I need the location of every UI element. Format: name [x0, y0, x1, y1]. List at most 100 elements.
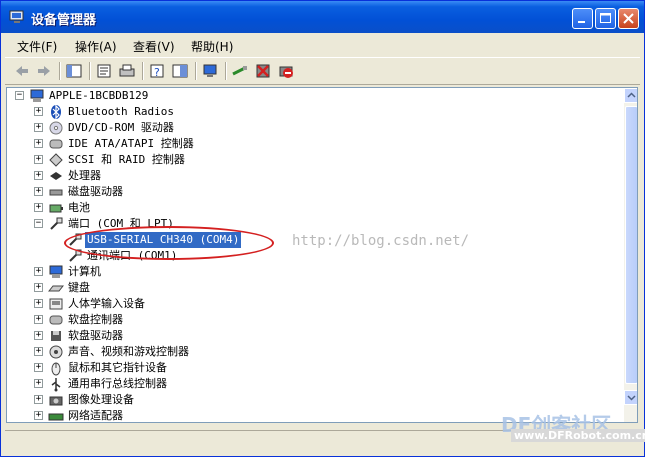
tree-item-disk[interactable]: + 磁盘驱动器	[7, 184, 617, 200]
expand-toggle[interactable]: +	[34, 123, 43, 132]
device-manager-window: 设备管理器 文件(F) 操作(A) 查看(V) 帮助(H) ? − APPLE-…	[0, 0, 645, 457]
maximize-button[interactable]	[595, 8, 616, 29]
expand-toggle[interactable]: +	[34, 155, 43, 164]
hid-icon	[49, 298, 63, 310]
minimize-button[interactable]	[572, 8, 593, 29]
tree-item-label: Bluetooth Radios	[68, 105, 174, 118]
tree-root[interactable]: − APPLE-1BCBDB129	[7, 88, 617, 104]
expand-toggle[interactable]: +	[34, 283, 43, 292]
vertical-scrollbar[interactable]	[624, 88, 637, 422]
sound-icon	[49, 345, 63, 359]
console-tree-icon[interactable]	[65, 62, 83, 80]
tree-item-label: 图像处理设备	[68, 393, 134, 406]
collapse-toggle[interactable]: −	[34, 219, 43, 228]
expand-toggle[interactable]: +	[34, 187, 43, 196]
tree-item-bluetooth[interactable]: + Bluetooth Radios	[7, 104, 617, 120]
disable-device-icon[interactable]	[277, 62, 295, 80]
tree-item-keyboard[interactable]: + 键盘	[7, 280, 617, 296]
expand-toggle[interactable]: +	[34, 363, 43, 372]
watermark-text: http://blog.csdn.net/	[292, 233, 470, 249]
scroll-thumb[interactable]	[625, 106, 637, 384]
tree-item-mouse[interactable]: + 鼠标和其它指针设备	[7, 360, 617, 376]
toolbar-separator	[89, 62, 91, 80]
window-title: 设备管理器	[31, 13, 97, 28]
tree-item-dvd[interactable]: + DVD/CD-ROM 驱动器	[7, 120, 617, 136]
device-manager-icon	[9, 10, 24, 23]
svg-text:?: ?	[154, 66, 160, 79]
floppy-icon	[51, 331, 61, 341]
tree-item-ide[interactable]: + IDE ATA/ATAPI 控制器	[7, 136, 617, 152]
tree-item-label: 计算机	[68, 265, 101, 278]
toolbar: ?	[5, 57, 640, 85]
scan-hardware-icon[interactable]	[231, 62, 249, 80]
expand-toggle[interactable]: +	[34, 107, 43, 116]
maximize-icon	[600, 13, 611, 23]
tree-item-sound[interactable]: + 声音、视频和游戏控制器	[7, 344, 617, 360]
ide-controller-icon	[49, 139, 63, 149]
tree-item-label: 通用串行总线控制器	[68, 377, 167, 390]
expand-toggle[interactable]: +	[34, 315, 43, 324]
toolbar-separator	[142, 62, 144, 80]
menu-action[interactable]: 操作(A)	[75, 38, 117, 55]
cpu-icon	[50, 172, 62, 180]
print-icon[interactable]	[118, 62, 136, 80]
highlight-ellipse	[64, 226, 274, 260]
cdrom-icon	[49, 121, 63, 135]
help-icon[interactable]: ?	[148, 62, 166, 80]
tree-item-label: 键盘	[68, 281, 90, 294]
tree-item-label: SCSI 和 RAID 控制器	[68, 153, 185, 166]
expand-toggle[interactable]: +	[34, 379, 43, 388]
expand-toggle[interactable]: +	[34, 139, 43, 148]
tree-item-label: 软盘驱动器	[68, 329, 123, 342]
chevron-down-icon	[627, 395, 636, 401]
expand-toggle[interactable]: +	[34, 299, 43, 308]
expand-toggle[interactable]: +	[34, 347, 43, 356]
tree-item-label: 处理器	[68, 169, 101, 182]
expand-toggle[interactable]: +	[34, 411, 43, 420]
scroll-up-button[interactable]	[624, 88, 637, 103]
show-hide-icon[interactable]	[171, 62, 189, 80]
tree-item-scsi[interactable]: + SCSI 和 RAID 控制器	[7, 152, 617, 168]
expand-toggle[interactable]: +	[34, 267, 43, 276]
tree-item-battery[interactable]: + 电池	[7, 200, 617, 216]
back-arrow-icon[interactable]	[13, 62, 31, 80]
tree-item-label: 软盘控制器	[68, 313, 123, 326]
menu-help[interactable]: 帮助(H)	[191, 38, 233, 55]
expand-toggle[interactable]: +	[34, 331, 43, 340]
tree-item-hid[interactable]: + 人体学输入设备	[7, 296, 617, 312]
computer-icon[interactable]	[201, 62, 219, 80]
menu-file[interactable]: 文件(F)	[17, 38, 57, 55]
scsi-icon	[49, 153, 63, 167]
close-icon	[623, 13, 634, 24]
expand-toggle[interactable]: +	[34, 395, 43, 404]
scroll-down-button[interactable]	[624, 390, 637, 405]
expand-toggle[interactable]: +	[34, 203, 43, 212]
tree-item-cpu[interactable]: + 处理器	[7, 168, 617, 184]
menu-view[interactable]: 查看(V)	[133, 38, 175, 55]
tree-item-label: 网络适配器	[68, 409, 123, 422]
tree-item-label: 磁盘驱动器	[68, 185, 123, 198]
tree-item-imaging[interactable]: + 图像处理设备	[7, 392, 617, 408]
tree-item-usb[interactable]: + 通用串行总线控制器	[7, 376, 617, 392]
title-bar[interactable]: 设备管理器	[1, 1, 644, 33]
computer-icon	[30, 89, 44, 102]
close-button[interactable]	[618, 8, 639, 29]
tree-item-label: 电池	[68, 201, 90, 214]
toolbar-separator	[59, 62, 61, 80]
chevron-up-icon	[627, 92, 636, 98]
disk-icon	[49, 189, 63, 196]
menu-bar: 文件(F) 操作(A) 查看(V) 帮助(H)	[5, 34, 640, 56]
tree-item-label: IDE ATA/ATAPI 控制器	[68, 137, 194, 150]
bluetooth-icon	[51, 104, 61, 120]
tree-item-floppy[interactable]: + 软盘驱动器	[7, 328, 617, 344]
usb-icon	[51, 378, 61, 392]
tree-item-floppy-controller[interactable]: + 软盘控制器	[7, 312, 617, 328]
forward-arrow-icon[interactable]	[35, 62, 53, 80]
expand-toggle[interactable]: +	[34, 171, 43, 180]
uninstall-icon[interactable]	[254, 62, 272, 80]
properties-icon[interactable]	[95, 62, 113, 80]
floppy-controller-icon	[49, 315, 63, 325]
camera-icon	[49, 396, 63, 406]
tree-item-computer[interactable]: + 计算机	[7, 264, 617, 280]
collapse-toggle[interactable]: −	[15, 91, 24, 100]
